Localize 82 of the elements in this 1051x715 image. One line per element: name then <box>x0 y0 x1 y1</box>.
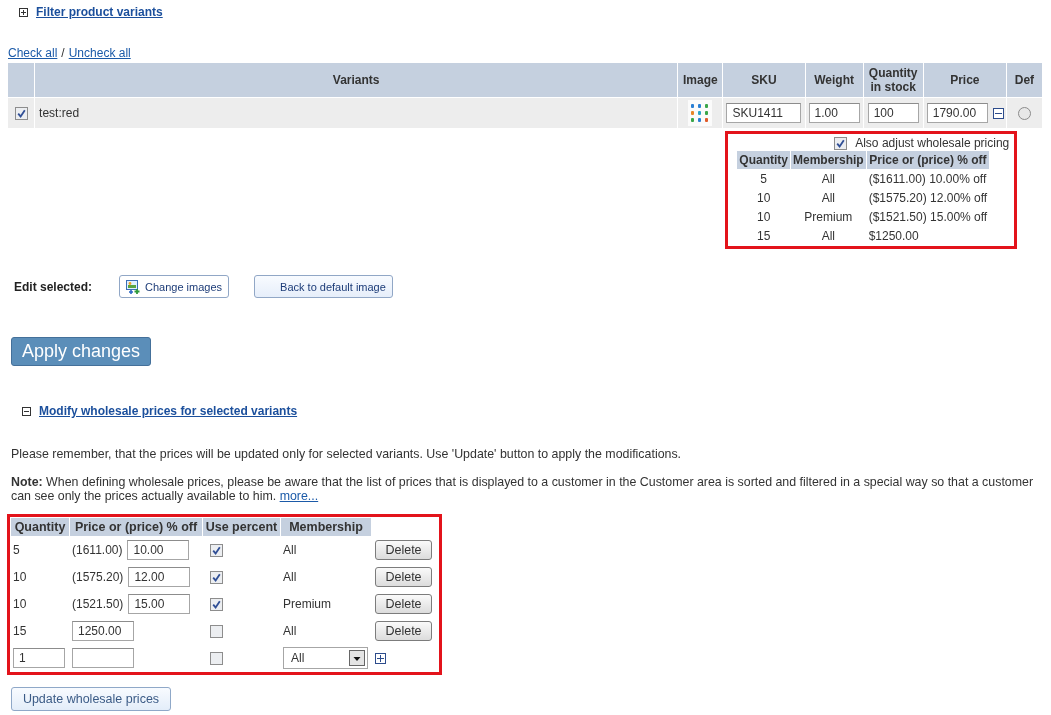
base-price-text: (1575.20) <box>72 570 124 584</box>
check-all-link[interactable]: Check all <box>8 46 58 60</box>
column-header: Weight <box>805 63 863 97</box>
toolbar-button[interactable]: Back to default image <box>254 275 393 298</box>
percent-field[interactable]: 10.00 <box>127 540 190 560</box>
percent-field[interactable]: 12.00 <box>128 567 191 587</box>
uncheck-all-link[interactable]: Uncheck all <box>68 46 131 60</box>
update-prices-button[interactable]: Update wholesale prices <box>11 687 171 711</box>
column-header: Price or (price) % off <box>70 518 202 536</box>
table-cell-text: 10 <box>12 596 28 613</box>
section-link[interactable]: Filter product variants <box>36 5 163 19</box>
table-cell-text: 10 <box>755 209 772 226</box>
checkbox[interactable] <box>14 106 28 120</box>
column-header: Quantity in stock <box>863 63 923 97</box>
column-header: Price <box>923 63 1006 97</box>
price-field[interactable]: 1250.00 <box>72 621 134 641</box>
column-header: Quantity <box>737 151 790 169</box>
checkbox[interactable] <box>834 136 848 150</box>
plus-icon[interactable] <box>19 7 28 17</box>
toolbar-button[interactable]: Change images <box>119 275 230 298</box>
column-header: Quantity <box>11 518 69 536</box>
column-header: Membership <box>790 151 866 169</box>
thumbnail-drawing <box>688 100 713 126</box>
minus-icon[interactable] <box>992 107 1004 119</box>
table-cell-text: Premium <box>803 209 854 226</box>
plus-icon[interactable] <box>375 652 386 664</box>
table-cell-text: All <box>282 542 298 559</box>
caret-icon <box>349 650 365 666</box>
minus-icon[interactable] <box>22 406 31 416</box>
quantity-field[interactable]: 1 <box>13 648 65 668</box>
add-image-icon <box>125 278 141 295</box>
membership-select[interactable]: All <box>283 647 368 669</box>
checkbox[interactable] <box>210 651 223 665</box>
edit-selected-label: Edit selected: <box>14 279 94 294</box>
percent-field[interactable]: 15.00 <box>128 594 191 614</box>
column-header: Variants <box>35 63 678 97</box>
column-header: Membership <box>281 518 371 536</box>
checkbox[interactable] <box>210 597 223 611</box>
radio-button[interactable] <box>1017 106 1031 120</box>
base-price-text: (1521.50) <box>72 597 124 611</box>
table-cell-text: ($1575.20) 12.00% off <box>867 190 989 207</box>
price-field[interactable]: 1790.00 <box>926 103 988 123</box>
table-cell-text: 10 <box>755 190 772 207</box>
note-text: Note: When defining wholesale prices, please be aware that the list of prices that is displayed to a customer in the Customer area is sorted and filtered in a special way so that a customer can see only the prices actually available to him. more... <box>11 475 1035 503</box>
delete-button[interactable]: Delete <box>375 594 432 614</box>
table-cell-text: ($1521.50) 15.00% off <box>867 209 989 226</box>
link-separator: / <box>61 46 65 60</box>
table-cell-text: ($1611.00) 10.00% off <box>867 171 988 188</box>
sku-field[interactable]: SKU1411 <box>726 103 802 123</box>
column-header: SKU <box>723 63 805 97</box>
table-cell-text: 5 <box>12 542 21 559</box>
table-cell-text: All <box>282 569 298 586</box>
column-header: Price or (price) % off <box>866 151 990 169</box>
quantity-field[interactable]: 100 <box>867 103 919 123</box>
column-header: Use percent <box>203 518 280 536</box>
checkbox[interactable] <box>210 543 223 557</box>
table-cell-text: Premium <box>282 596 332 613</box>
table-cell-text: 15 <box>12 623 28 640</box>
weight-field[interactable]: 1.00 <box>808 103 860 123</box>
checkbox-label: Also adjust wholesale pricing <box>855 136 1010 150</box>
header-cell <box>8 63 35 97</box>
delete-button[interactable]: Delete <box>375 540 432 560</box>
table-cell-text: 15 <box>755 228 772 245</box>
table-cell-text: All <box>820 171 836 188</box>
table-cell-text: $1250.00 <box>867 228 920 245</box>
table-cell-text: All <box>820 228 836 245</box>
table-cell-text: All <box>820 190 836 207</box>
table-cell-text: 5 <box>759 171 768 188</box>
column-header: Image <box>678 63 723 97</box>
delete-button[interactable]: Delete <box>375 621 432 641</box>
table-cell-text: 10 <box>12 569 28 586</box>
checkbox[interactable] <box>210 624 223 638</box>
table-cell: test:red <box>35 98 678 128</box>
column-header: Def <box>1006 63 1042 97</box>
delete-button[interactable]: Delete <box>375 567 432 587</box>
table-cell-text: All <box>282 623 298 640</box>
checkbox[interactable] <box>210 570 223 584</box>
info-text: Please remember, that the prices will be updated only for selected variants. Use 'Update' button to apply the modifications. <box>11 447 683 461</box>
price-field[interactable] <box>72 648 134 668</box>
more-link[interactable]: more... <box>279 489 319 503</box>
base-price-text: (1611.00) <box>72 543 123 557</box>
section-link[interactable]: Modify wholesale prices for selected variants <box>39 404 298 418</box>
